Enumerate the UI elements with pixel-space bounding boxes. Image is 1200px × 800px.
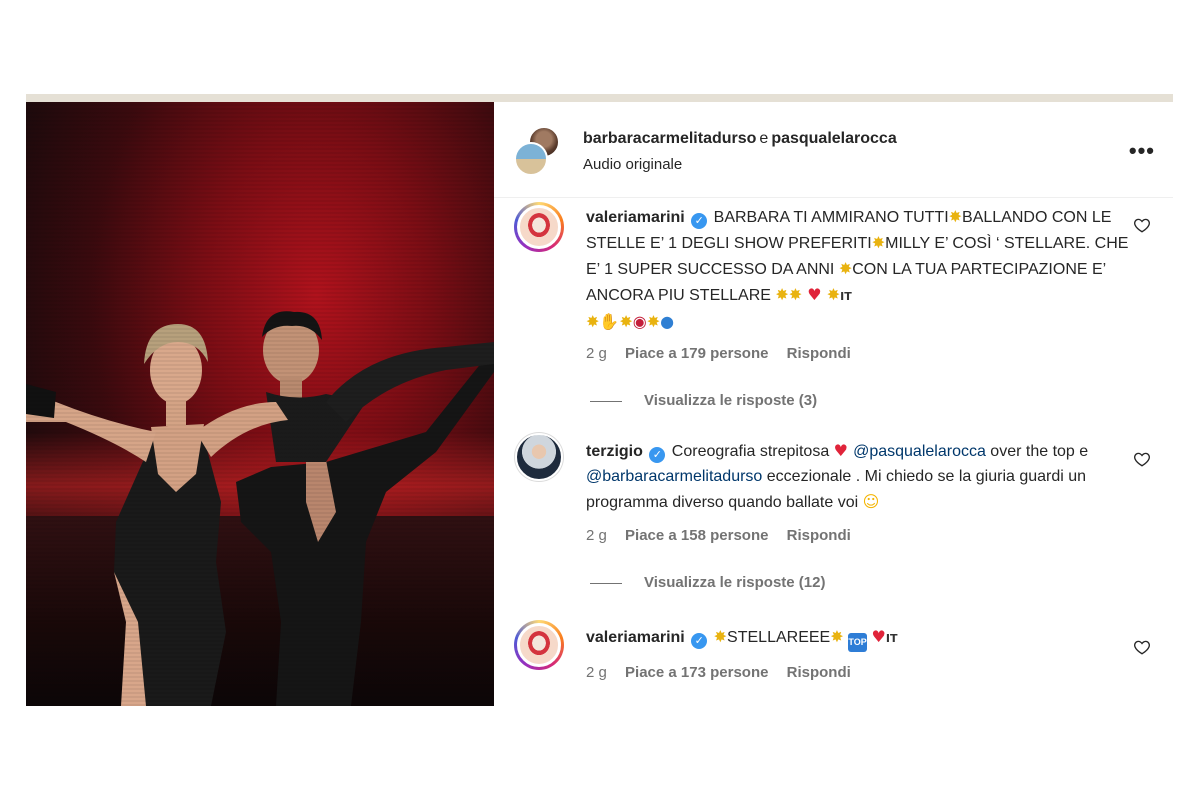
it-flag-tag: IT <box>840 290 852 303</box>
collab-avatars[interactable] <box>514 126 564 176</box>
view-replies-button[interactable]: Visualizza le risposte (12) <box>590 574 825 591</box>
comment-avatar[interactable] <box>514 202 564 252</box>
comments-panel: barbaracarmelitadurso e pasqualelarocca Au… <box>494 102 1173 706</box>
comment-text: terzigio ✓ Coreografia strepitosa ♥ @pas… <box>586 438 1131 515</box>
more-options-icon[interactable]: ••• <box>1129 138 1155 164</box>
author-link-1[interactable]: barbaracarmelitadurso <box>583 130 756 147</box>
comment-meta: 2 g Piace a 158 persone Rispondi <box>586 527 865 544</box>
instagram-post: barbaracarmelitadurso e pasqualelarocca Au… <box>26 102 1173 706</box>
reply-button[interactable]: Rispondi <box>787 664 851 681</box>
reply-button[interactable]: Rispondi <box>787 345 851 362</box>
comment-item: valeriamarini ✓ BARBARA TI AMMIRANO TUTT… <box>494 198 1173 438</box>
red-heart-emoji-icon: ♥ <box>802 285 827 304</box>
comment-avatar[interactable] <box>514 620 564 670</box>
comment-likes-link[interactable]: Piace a 158 persone <box>625 527 768 544</box>
comment-username[interactable]: terzigio <box>586 443 643 460</box>
globe-emoji-icon: ● <box>660 312 675 331</box>
sparkle-emoji-icon: ✸ <box>619 312 633 331</box>
top-strip <box>26 94 1173 102</box>
post-header: barbaracarmelitadurso e pasqualelarocca Au… <box>494 102 1173 198</box>
comment-meta: 2 g Piace a 173 persone Rispondi <box>586 664 865 681</box>
comment-meta: 2 g Piace a 179 persone Rispondi <box>586 345 865 362</box>
comment-likes-link[interactable]: Piace a 173 persone <box>625 664 768 681</box>
avatar-image <box>517 623 561 667</box>
sparkle-emoji-icon: ✸ <box>788 285 803 304</box>
post-authors: barbaracarmelitadurso e pasqualelarocca <box>583 130 897 148</box>
video-media[interactable] <box>26 102 494 706</box>
author-link-2[interactable]: pasqualelarocca <box>771 130 896 147</box>
comment-body: STELLAREEE <box>727 629 831 646</box>
replies-divider-line <box>590 400 622 402</box>
reply-button[interactable]: Rispondi <box>787 527 851 544</box>
red-heart-emoji-icon: ♥ <box>871 627 886 646</box>
comment-time: 2 g <box>586 527 607 544</box>
comment-item: terzigio ✓ Coreografia strepitosa ♥ @pas… <box>494 432 1173 622</box>
sparkle-emoji-icon: ✸ <box>948 207 963 226</box>
view-replies-label[interactable]: Visualizza le risposte (12) <box>644 574 825 591</box>
laughing-emoji-icon: ☺ <box>862 492 880 511</box>
red-heart-emoji-icon: ♥ <box>833 441 854 460</box>
sparkle-emoji-icon: ✸ <box>646 312 661 331</box>
sparkle-emoji-icon: ✸ <box>838 259 853 278</box>
view-replies-label[interactable]: Visualizza le risposte (3) <box>644 392 817 409</box>
heart-outline-icon[interactable] <box>1133 450 1151 468</box>
comment-body-part: BARBARA TI AMMIRANO TUTTI <box>713 209 949 226</box>
heart-outline-icon[interactable] <box>1133 638 1151 656</box>
verified-badge-icon: ✓ <box>691 633 708 649</box>
heart-outline-icon[interactable] <box>1133 216 1151 234</box>
video-grain <box>26 102 494 706</box>
comment-likes-link[interactable]: Piace a 179 persone <box>625 345 768 362</box>
comment-body-part: over the top e <box>985 443 1089 460</box>
comment-username[interactable]: valeriamarini <box>586 209 685 226</box>
sparkle-emoji-icon: ✸ <box>713 627 728 646</box>
comment-time: 2 g <box>586 664 607 681</box>
mention-link[interactable]: @pasqualelarocca <box>853 443 986 460</box>
comment-avatar[interactable] <box>514 432 564 482</box>
comment-text: valeriamarini ✓ ✸STELLAREEE✸ TOP ♥IT <box>586 624 1131 652</box>
comment-text: valeriamarini ✓ BARBARA TI AMMIRANO TUTT… <box>586 204 1131 335</box>
comment-username[interactable]: valeriamarini <box>586 629 685 646</box>
top-arrow-emoji-icon: TOP <box>848 633 868 652</box>
it-flag-tag: IT <box>885 632 898 645</box>
clap-emoji-icon: ✋ <box>599 312 620 331</box>
mention-link[interactable]: @barbaracarmelitadurso <box>586 468 762 485</box>
comment-body-part: Coreografia strepitosa <box>671 443 834 460</box>
lips-emoji-icon: ◉ <box>632 312 647 331</box>
view-replies-button[interactable]: Visualizza le risposte (3) <box>590 392 817 409</box>
sparkle-emoji-icon: ✸ <box>775 285 789 304</box>
verified-badge-icon: ✓ <box>691 213 708 229</box>
author-conjunction: e <box>759 130 769 147</box>
avatar-image <box>517 205 561 249</box>
sparkle-emoji-icon: ✸ <box>871 233 886 252</box>
comment-item: valeriamarini ✓ ✸STELLAREEE✸ TOP ♥IT 2 g… <box>494 618 1173 706</box>
avatar-barbaracarmelitadurso[interactable] <box>514 142 548 176</box>
sparkle-emoji-icon: ✸ <box>830 627 844 646</box>
sparkle-emoji-icon: ✸ <box>826 285 841 304</box>
replies-divider-line <box>590 582 622 584</box>
sparkle-emoji-icon: ✸ <box>586 312 600 331</box>
comment-time: 2 g <box>586 345 607 362</box>
avatar-image <box>515 433 563 481</box>
audio-link[interactable]: Audio originale <box>583 156 682 173</box>
verified-badge-icon: ✓ <box>649 447 666 463</box>
